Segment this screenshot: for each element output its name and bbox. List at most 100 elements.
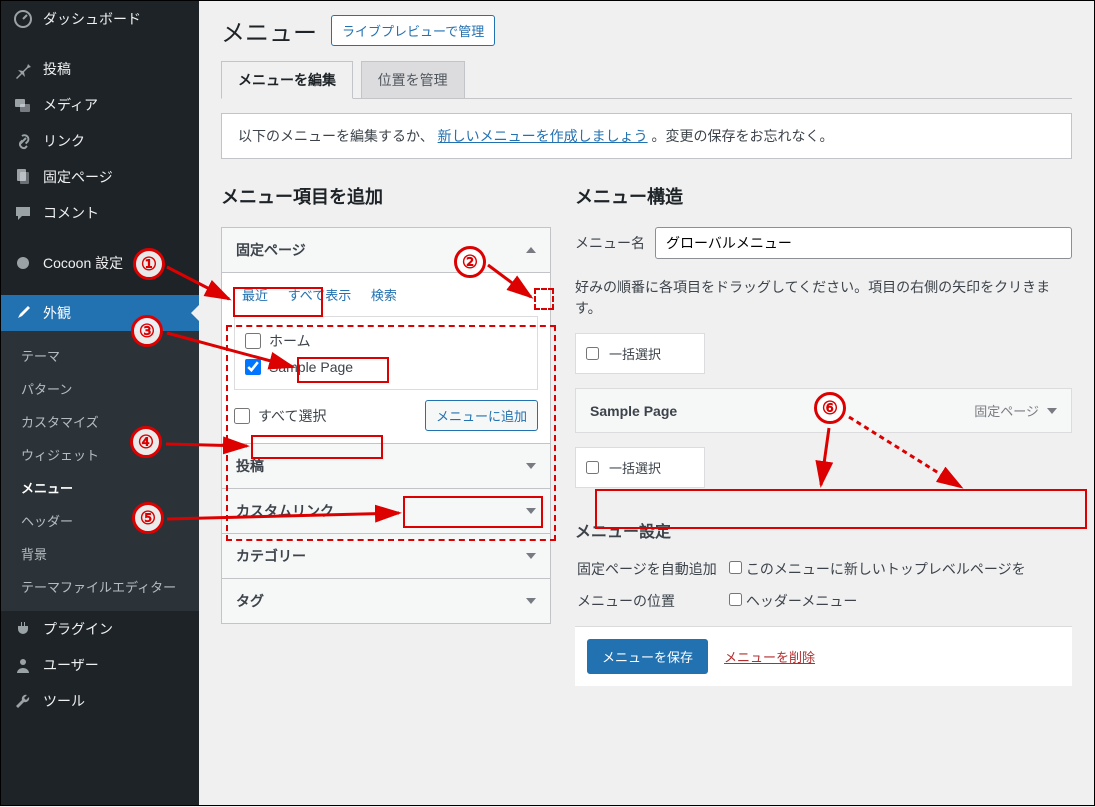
bulk-checkbox[interactable] xyxy=(586,461,599,474)
bulk-checkbox[interactable] xyxy=(586,347,599,360)
sidebar-item-label: リンク xyxy=(43,131,85,151)
select-all[interactable]: すべて選択 xyxy=(234,402,326,430)
sidebar-item-pages[interactable]: 固定ページ xyxy=(1,159,199,195)
bulk-label: 一括選択 xyxy=(609,458,661,477)
pin-icon xyxy=(13,59,33,79)
bulk-select-bottom[interactable]: 一括選択 xyxy=(575,447,705,488)
accordion-pages-body: 最近 すべて表示 検索 ホーム Sample Page xyxy=(222,273,550,443)
sidebar-item-users[interactable]: ユーザー xyxy=(1,647,199,683)
sidebar-item-appearance[interactable]: 外観 xyxy=(1,295,199,331)
location-opt: ヘッダーメニュー xyxy=(746,593,857,609)
appearance-submenu: テーマ パターン カスタマイズ ウィジェット メニュー ヘッダー 背景 テーマフ… xyxy=(1,331,199,611)
accordion-posts-label: 投稿 xyxy=(236,456,264,476)
page-icon xyxy=(13,167,33,187)
accordion-categories-header[interactable]: カテゴリー xyxy=(222,534,550,578)
subtab-search[interactable]: 検索 xyxy=(363,284,405,307)
create-new-menu-link[interactable]: 新しいメニューを作成しましょう xyxy=(438,128,648,144)
submenu-theme-editor[interactable]: テーマファイルエディター xyxy=(1,570,199,603)
checkbox-sample-page[interactable] xyxy=(245,359,261,375)
accordion-tags-label: タグ xyxy=(236,591,264,611)
accordion-custom-links-label: カスタムリンク xyxy=(236,501,334,521)
menu-name-input[interactable] xyxy=(655,227,1072,259)
chevron-down-icon xyxy=(526,553,536,559)
menu-item-type-label: 固定ページ xyxy=(974,401,1039,420)
sidebar-item-plugins[interactable]: プラグイン xyxy=(1,611,199,647)
sidebar-item-label: ツール xyxy=(43,691,85,711)
add-to-menu-button[interactable]: メニューに追加 xyxy=(425,400,538,431)
menu-settings-title: メニュー設定 xyxy=(575,518,1072,542)
sidebar-item-label: ダッシュボード xyxy=(43,9,141,29)
subtab-recent[interactable]: 最近 xyxy=(234,284,276,307)
submenu-patterns[interactable]: パターン xyxy=(1,372,199,405)
tab-manage-locations[interactable]: 位置を管理 xyxy=(361,61,465,98)
sidebar-item-tools[interactable]: ツール xyxy=(1,683,199,719)
accordion-custom-links: カスタムリンク xyxy=(221,488,551,534)
plugin-icon xyxy=(13,619,33,639)
menu-name-label: メニュー名 xyxy=(575,233,645,253)
accordion-pages-label: 固定ページ xyxy=(236,240,306,260)
user-icon xyxy=(13,655,33,675)
accordion-tags: タグ xyxy=(221,578,551,624)
delete-menu-link[interactable]: メニューを削除 xyxy=(724,647,815,666)
bulk-label: 一括選択 xyxy=(609,344,661,363)
menu-item-sample-page[interactable]: Sample Page 固定ページ xyxy=(575,388,1072,433)
sidebar-item-media[interactable]: メディア xyxy=(1,87,199,123)
page-list: ホーム Sample Page xyxy=(234,316,538,390)
checkbox-select-all[interactable] xyxy=(234,408,250,424)
accordion-custom-links-header[interactable]: カスタムリンク xyxy=(222,489,550,533)
sidebar-item-dashboard[interactable]: ダッシュボード xyxy=(1,1,199,37)
auto-add-checkbox[interactable] xyxy=(729,561,742,574)
page-item-sample[interactable]: Sample Page xyxy=(245,355,527,379)
sidebar-item-label: プラグイン xyxy=(43,619,113,639)
tab-edit-menus[interactable]: メニューを編集 xyxy=(221,61,353,99)
page-item-home[interactable]: ホーム xyxy=(245,327,527,355)
notice-suffix: 。変更の保存をお忘れなく。 xyxy=(652,128,834,144)
sidebar-item-label: 固定ページ xyxy=(43,167,113,187)
sidebar-item-label: コメント xyxy=(43,203,99,223)
media-icon xyxy=(13,95,33,115)
save-menu-button[interactable]: メニューを保存 xyxy=(587,639,708,674)
sidebar-item-links[interactable]: リンク xyxy=(1,123,199,159)
accordion-pages-header[interactable]: 固定ページ xyxy=(222,228,550,273)
brush-icon xyxy=(13,303,33,323)
chevron-up-icon xyxy=(526,247,536,253)
notice: 以下のメニューを編集するか、 新しいメニューを作成しましょう 。変更の保存をお忘… xyxy=(221,113,1072,159)
auto-add-desc: このメニューに新しいトップレベルページを xyxy=(746,561,1026,577)
select-all-label: すべて選択 xyxy=(258,406,326,426)
submenu-themes[interactable]: テーマ xyxy=(1,339,199,372)
tabs: メニューを編集 位置を管理 xyxy=(221,60,1072,99)
link-icon xyxy=(13,131,33,151)
submenu-header[interactable]: ヘッダー xyxy=(1,504,199,537)
bulk-select-top[interactable]: 一括選択 xyxy=(575,333,705,374)
submenu-background[interactable]: 背景 xyxy=(1,537,199,570)
menu-item-title: Sample Page xyxy=(590,403,677,419)
sidebar-item-label: ユーザー xyxy=(43,655,99,675)
accordion-categories: カテゴリー xyxy=(221,533,551,579)
instructions: 好みの順番に各項目をドラッグしてください。項目の右側の矢印をクリきます。 xyxy=(575,277,1072,319)
accordion-posts-header[interactable]: 投稿 xyxy=(222,444,550,488)
sidebar-item-comments[interactable]: コメント xyxy=(1,195,199,231)
page-title: メニュー xyxy=(221,13,317,48)
menu-settings-table: 固定ページを自動追加 このメニューに新しいトップレベルページを メニューの位置 … xyxy=(575,552,1072,618)
sidebar-item-posts[interactable]: 投稿 xyxy=(1,51,199,87)
bottom-actions: メニューを保存 メニューを削除 xyxy=(575,626,1072,686)
chevron-down-icon[interactable] xyxy=(1047,408,1057,414)
live-preview-button[interactable]: ライブプレビューで管理 xyxy=(331,15,495,46)
subtab-view-all[interactable]: すべて表示 xyxy=(280,284,360,307)
checkbox-home[interactable] xyxy=(245,333,261,349)
wrench-icon xyxy=(13,691,33,711)
sidebar-item-label: メディア xyxy=(43,95,98,115)
chevron-down-icon xyxy=(526,598,536,604)
accordion-tags-header[interactable]: タグ xyxy=(222,579,550,623)
add-items-column: メニュー項目を追加 固定ページ 最近 すべて表示 検索 xyxy=(221,183,551,686)
page-item-label: ホーム xyxy=(269,331,311,351)
chevron-down-icon xyxy=(526,508,536,514)
submenu-menus[interactable]: メニュー xyxy=(1,471,199,504)
accordion-posts: 投稿 xyxy=(221,443,551,489)
menu-item-type: 固定ページ xyxy=(974,401,1057,420)
accordion-categories-label: カテゴリー xyxy=(236,546,306,566)
submenu-widgets[interactable]: ウィジェット xyxy=(1,438,199,471)
submenu-customize[interactable]: カスタマイズ xyxy=(1,405,199,438)
sidebar-item-cocoon[interactable]: Cocoon 設定 xyxy=(1,245,199,281)
location-checkbox-header[interactable] xyxy=(729,593,742,606)
